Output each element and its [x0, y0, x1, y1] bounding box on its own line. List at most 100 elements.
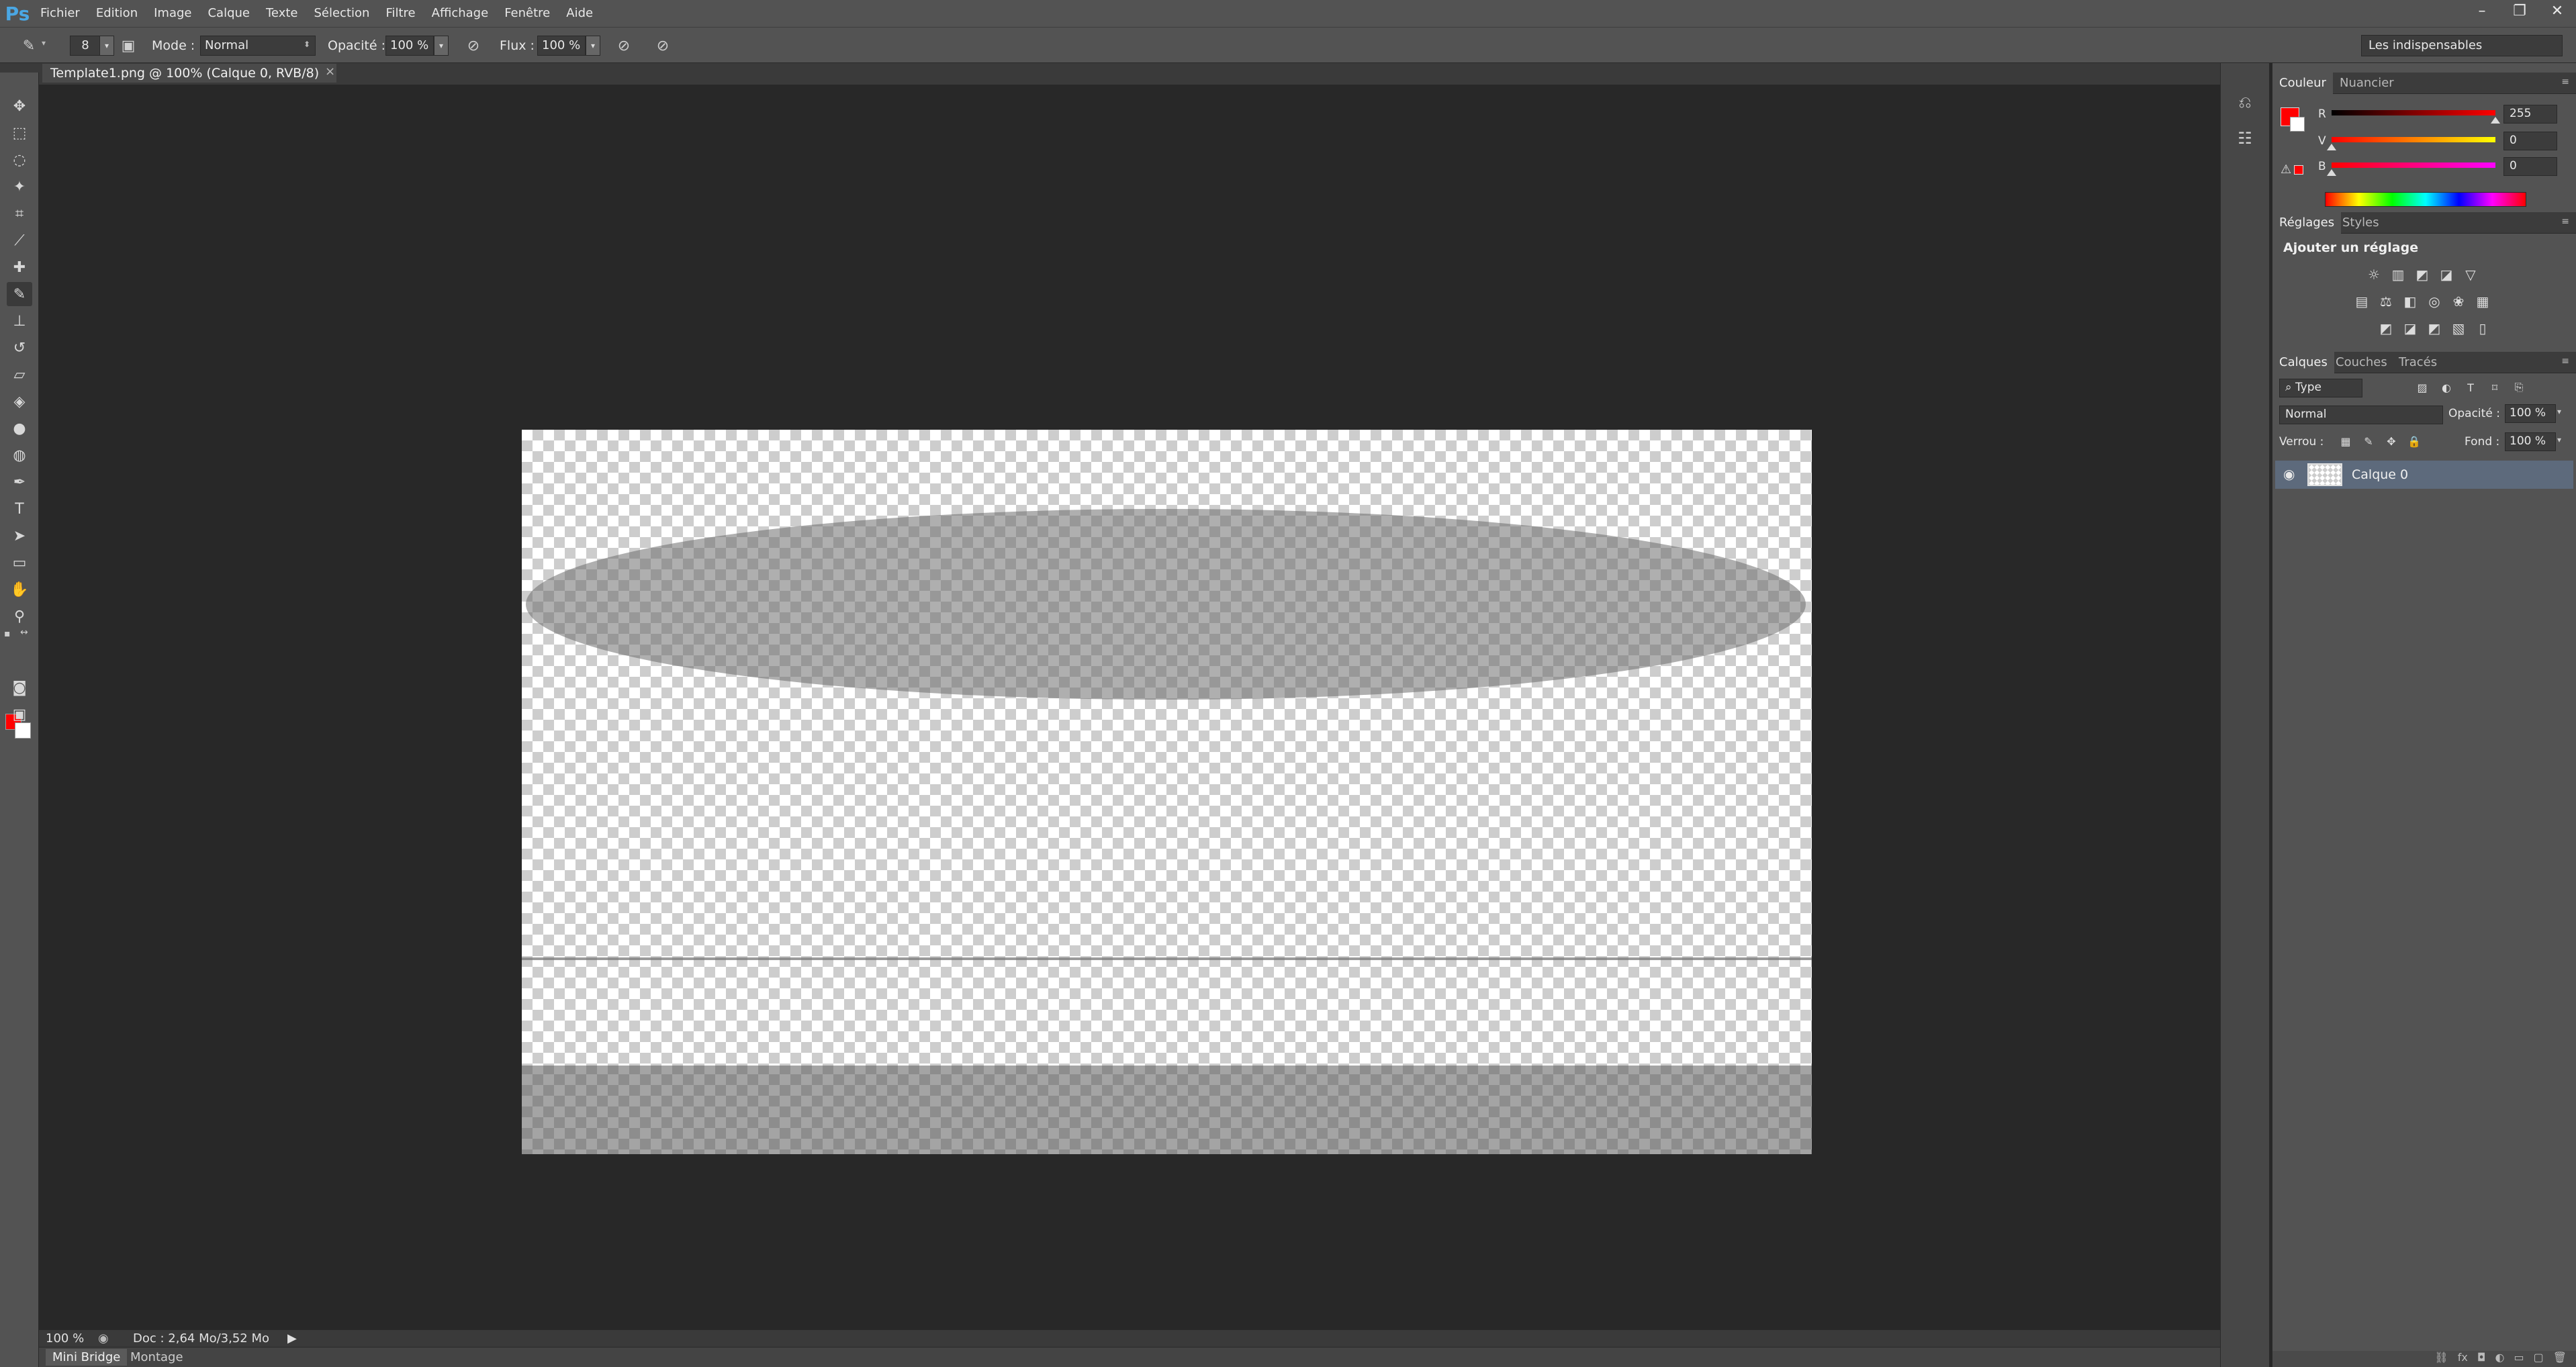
pen-tool-icon[interactable]: ✒ [7, 470, 32, 494]
color-panel-background-swatch[interactable] [2290, 117, 2305, 132]
eye-icon[interactable]: ◉ [2283, 466, 2295, 482]
mode-dropdown-icon[interactable]: ⬍ [304, 40, 310, 49]
channel-b-slider[interactable] [2332, 162, 2495, 168]
tab-styles[interactable]: Styles [2336, 212, 2386, 234]
lock-pixels-icon[interactable]: ✎ [2358, 431, 2379, 451]
posterize-icon[interactable]: ◪ [2400, 318, 2420, 338]
filter-pixel-icon[interactable]: ▨ [2412, 377, 2432, 397]
tab-montage[interactable]: Montage [124, 1349, 190, 1366]
menu-calque[interactable]: Calque [199, 0, 258, 27]
tab-calques[interactable]: Calques [2272, 352, 2334, 373]
channel-b-field[interactable]: 0 [2503, 157, 2557, 176]
dodge-tool-icon[interactable]: ◍ [7, 443, 32, 467]
layer-style-icon[interactable]: fx [2458, 1351, 2468, 1367]
delete-layer-icon[interactable]: 🗑 [2553, 1351, 2567, 1367]
menu-aide[interactable]: Aide [558, 0, 601, 27]
eyedropper-tool-icon[interactable]: ⟋ [7, 228, 32, 252]
screen-mode-icon[interactable]: ▣ [7, 702, 32, 726]
selective-color-icon[interactable]: ▧ [2448, 318, 2469, 338]
rectangle-tool-icon[interactable]: ▭ [7, 551, 32, 575]
layer-name[interactable]: Calque 0 [2352, 467, 2408, 482]
brush-size-dropdown-icon[interactable]: ▾ [99, 36, 114, 56]
status-menu-arrow-icon[interactable]: ▶ [287, 1331, 297, 1346]
brightness-icon[interactable]: ☼ [2364, 265, 2384, 285]
menu-image[interactable]: Image [146, 0, 199, 27]
airbrush-icon[interactable]: ⊘ [614, 36, 634, 56]
path-selection-tool-icon[interactable]: ➤ [7, 524, 32, 548]
close-button[interactable]: ✕ [2538, 0, 2576, 21]
levels-icon[interactable]: ▥ [2388, 265, 2408, 285]
history-brush-tool-icon[interactable]: ↺ [7, 336, 32, 360]
channel-v-thumb[interactable] [2327, 144, 2336, 150]
exposure-icon[interactable]: ◪ [2436, 265, 2456, 285]
zoom-level-field[interactable]: 100 % [46, 1331, 84, 1346]
tab-couches[interactable]: Couches [2329, 352, 2394, 373]
blur-tool-icon[interactable]: ● [7, 416, 32, 440]
panel-menu-icon[interactable]: ≡ [2561, 216, 2569, 227]
tab-reglages[interactable]: Réglages [2272, 212, 2342, 234]
menu-filtre[interactable]: Filtre [377, 0, 423, 27]
filter-smart-object-icon[interactable]: ⎘ [2509, 377, 2529, 397]
opacity-dropdown-icon[interactable]: ▾ [434, 36, 449, 56]
lock-all-icon[interactable]: 🔒 [2404, 431, 2424, 451]
lock-transparency-icon[interactable]: ▦ [2336, 431, 2356, 451]
pressure-opacity-icon[interactable]: ⊘ [463, 36, 484, 56]
canvas-area[interactable] [39, 85, 2220, 1329]
invert-icon[interactable]: ◩ [2376, 318, 2396, 338]
tab-traces[interactable]: Tracés [2392, 352, 2444, 373]
lock-position-icon[interactable]: ✥ [2381, 431, 2401, 451]
menu-fenetre[interactable]: Fenêtre [496, 0, 558, 27]
new-group-icon[interactable]: ▭ [2514, 1351, 2524, 1367]
brush-size-field[interactable]: 8 [70, 36, 101, 56]
panel-menu-icon[interactable]: ≡ [2561, 356, 2569, 367]
black-white-icon[interactable]: ◧ [2400, 291, 2420, 312]
brush-tool-icon[interactable]: ✎ [7, 282, 32, 306]
photo-filter-icon[interactable]: ◎ [2424, 291, 2444, 312]
channel-v-field[interactable]: 0 [2503, 132, 2557, 150]
paint-bucket-tool-icon[interactable]: ◈ [7, 389, 32, 414]
vibrance-icon[interactable]: ▽ [2460, 265, 2481, 285]
curves-icon[interactable]: ◩ [2412, 265, 2432, 285]
flow-field[interactable]: 100 % [537, 36, 586, 56]
color-balance-icon[interactable]: ⚖ [2376, 291, 2396, 312]
eraser-tool-icon[interactable]: ▱ [7, 363, 32, 387]
out-of-gamut-warning-icon[interactable]: ⚠ [2281, 162, 2291, 177]
menu-fichier[interactable]: Fichier [32, 0, 88, 27]
swap-colors-icon[interactable]: ↔ [20, 627, 28, 638]
document-tab[interactable]: Template1.png @ 100% (Calque 0, RVB/8) [42, 63, 337, 83]
channel-b-thumb[interactable] [2327, 169, 2336, 176]
threshold-icon[interactable]: ◩ [2424, 318, 2444, 338]
panel-menu-icon[interactable]: ≡ [2561, 77, 2569, 87]
fill-dropdown-icon[interactable]: ▾ [2557, 435, 2561, 444]
brush-panel-icon[interactable]: ▣ [118, 36, 138, 56]
layer-opacity-field[interactable]: 100 % [2505, 404, 2556, 423]
add-mask-icon[interactable]: ◘ [2477, 1351, 2486, 1367]
filter-adjustment-icon[interactable]: ◐ [2436, 377, 2456, 397]
pressure-size-icon[interactable]: ⊘ [653, 36, 673, 56]
healing-brush-tool-icon[interactable]: ✚ [7, 255, 32, 279]
menu-affichage[interactable]: Affichage [424, 0, 497, 27]
link-layers-icon[interactable]: ⛓ [2434, 1351, 2448, 1367]
mode-select[interactable]: Normal [200, 36, 316, 56]
opacity-field[interactable]: 100 % [385, 36, 434, 56]
status-options-icon[interactable]: ◉ [98, 1331, 109, 1346]
menu-edition[interactable]: Edition [88, 0, 146, 27]
color-lookup-icon[interactable]: ▦ [2473, 291, 2493, 312]
layer-opacity-dropdown-icon[interactable]: ▾ [2557, 407, 2561, 416]
channel-r-slider[interactable] [2332, 110, 2495, 115]
zoom-tool-icon[interactable]: ⚲ [7, 604, 32, 628]
fill-field[interactable]: 100 % [2505, 432, 2556, 451]
new-adjustment-icon[interactable]: ◐ [2495, 1351, 2504, 1367]
tab-couleur[interactable]: Couleur [2272, 73, 2333, 94]
channel-r-thumb[interactable] [2491, 117, 2500, 124]
flow-dropdown-icon[interactable]: ▾ [586, 36, 600, 56]
color-spectrum-bar[interactable] [2325, 192, 2526, 207]
workspace-select[interactable]: Les indispensables [2361, 35, 2563, 56]
channel-r-field[interactable]: 255 [2503, 105, 2557, 124]
default-colors-icon[interactable]: ▪ [4, 628, 11, 639]
stamp-tool-icon[interactable]: ⊥ [7, 309, 32, 333]
document-canvas[interactable] [522, 430, 1812, 1154]
history-panel-icon[interactable]: ⎌ [2233, 90, 2257, 114]
blend-mode-select[interactable]: Normal [2279, 406, 2443, 424]
layer-filter-select[interactable]: ⌕ Type [2279, 379, 2362, 397]
